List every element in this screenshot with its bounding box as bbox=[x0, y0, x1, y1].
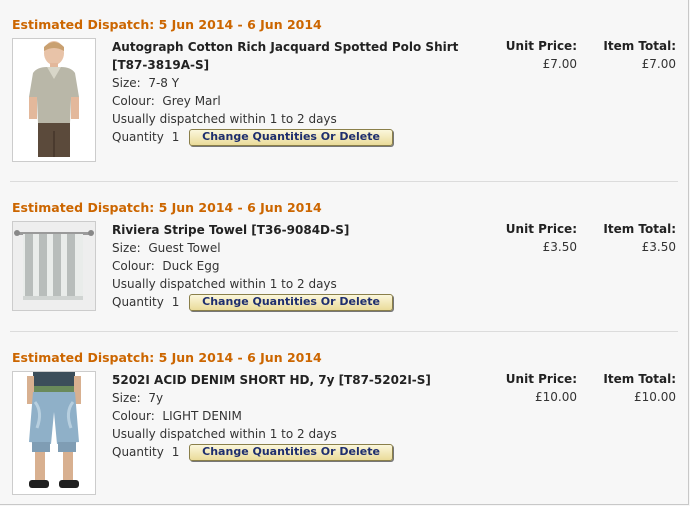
colour-value: Duck Egg bbox=[162, 259, 220, 273]
size-label: Size: bbox=[112, 76, 141, 90]
basket-panel: Estimated Dispatch: 5 Jun 2014 - 6 Jun 2… bbox=[0, 0, 689, 505]
change-quantities-button[interactable]: Change Quantities Or Delete bbox=[189, 444, 393, 461]
product-image-denim-short[interactable] bbox=[12, 371, 96, 495]
quantity-label: Quantity bbox=[112, 445, 164, 459]
estimated-dispatch: Estimated Dispatch: 5 Jun 2014 - 6 Jun 2… bbox=[12, 200, 322, 215]
product-title[interactable]: Autograph Cotton Rich Jacquard Spotted P… bbox=[112, 38, 472, 74]
quantity-value: 1 bbox=[171, 445, 180, 459]
item-divider bbox=[10, 181, 678, 182]
colour-row: Colour: LIGHT DENIM bbox=[112, 407, 472, 425]
availability: Usually dispatched within 1 to 2 days bbox=[112, 427, 337, 441]
item-details: 5202I ACID DENIM SHORT HD, 7y [T87-5202I… bbox=[112, 371, 472, 463]
item-total-label: Item Total: bbox=[603, 39, 676, 53]
change-quantities-button[interactable]: Change Quantities Or Delete bbox=[189, 294, 393, 311]
item-total-value: £7.00 bbox=[641, 57, 676, 71]
item-divider bbox=[10, 331, 678, 332]
estimated-dispatch: Estimated Dispatch: 5 Jun 2014 - 6 Jun 2… bbox=[12, 17, 322, 32]
size-label: Size: bbox=[112, 241, 141, 255]
colour-value: Grey Marl bbox=[162, 94, 221, 108]
product-image-polo-shirt[interactable] bbox=[12, 38, 96, 162]
quantity-label: Quantity bbox=[112, 295, 164, 309]
size-row: Size: Guest Towel bbox=[112, 239, 472, 257]
change-quantities-button[interactable]: Change Quantities Or Delete bbox=[189, 129, 393, 146]
size-row: Size: 7-8 Y bbox=[112, 74, 472, 92]
item-total-column: Item Total: £3.50 bbox=[600, 220, 676, 256]
product-image-towel[interactable] bbox=[12, 221, 96, 311]
item-total-value: £10.00 bbox=[634, 390, 676, 404]
item-total-column: Item Total: £10.00 bbox=[600, 370, 676, 406]
colour-label: Colour: bbox=[112, 259, 155, 273]
item-total-label: Item Total: bbox=[603, 222, 676, 236]
colour-label: Colour: bbox=[112, 409, 155, 423]
colour-row: Colour: Grey Marl bbox=[112, 92, 472, 110]
unit-price-value: £7.00 bbox=[542, 57, 577, 71]
colour-label: Colour: bbox=[112, 94, 155, 108]
unit-price-label: Unit Price: bbox=[505, 222, 577, 236]
product-title-line1[interactable]: Autograph Cotton Rich Jacquard Spotted P… bbox=[112, 38, 472, 56]
size-value: 7y bbox=[148, 391, 164, 405]
unit-price-label: Unit Price: bbox=[505, 39, 577, 53]
product-title[interactable]: Riviera Stripe Towel [T36-9084D-S] bbox=[112, 221, 472, 239]
colour-row: Colour: Duck Egg bbox=[112, 257, 472, 275]
colour-value: LIGHT DENIM bbox=[162, 409, 242, 423]
item-total-label: Item Total: bbox=[603, 372, 676, 386]
estimated-dispatch: Estimated Dispatch: 5 Jun 2014 - 6 Jun 2… bbox=[12, 350, 322, 365]
item-details: Autograph Cotton Rich Jacquard Spotted P… bbox=[112, 38, 472, 148]
unit-price-value: £3.50 bbox=[542, 240, 577, 254]
quantity-value: 1 bbox=[171, 295, 180, 309]
unit-price-column: Unit Price: £7.00 bbox=[505, 37, 577, 73]
unit-price-column: Unit Price: £10.00 bbox=[505, 370, 577, 406]
unit-price-value: £10.00 bbox=[535, 390, 577, 404]
size-row: Size: 7y bbox=[112, 389, 472, 407]
quantity-value: 1 bbox=[171, 130, 180, 144]
unit-price-label: Unit Price: bbox=[505, 372, 577, 386]
quantity-label: Quantity bbox=[112, 130, 164, 144]
availability: Usually dispatched within 1 to 2 days bbox=[112, 277, 337, 291]
item-total-column: Item Total: £7.00 bbox=[600, 37, 676, 73]
availability: Usually dispatched within 1 to 2 days bbox=[112, 112, 337, 126]
quantity-row: Quantity 1 Change Quantities Or Delete bbox=[112, 443, 472, 463]
unit-price-column: Unit Price: £3.50 bbox=[505, 220, 577, 256]
product-title[interactable]: 5202I ACID DENIM SHORT HD, 7y [T87-5202I… bbox=[112, 371, 472, 389]
quantity-row: Quantity 1 Change Quantities Or Delete bbox=[112, 293, 472, 313]
size-label: Size: bbox=[112, 391, 141, 405]
product-title-line2[interactable]: [T87-3819A-S] bbox=[112, 56, 472, 74]
item-total-value: £3.50 bbox=[641, 240, 676, 254]
size-value: 7-8 Y bbox=[148, 76, 180, 90]
size-value: Guest Towel bbox=[148, 241, 221, 255]
quantity-row: Quantity 1 Change Quantities Or Delete bbox=[112, 128, 472, 148]
item-details: Riviera Stripe Towel [T36-9084D-S] Size:… bbox=[112, 221, 472, 313]
